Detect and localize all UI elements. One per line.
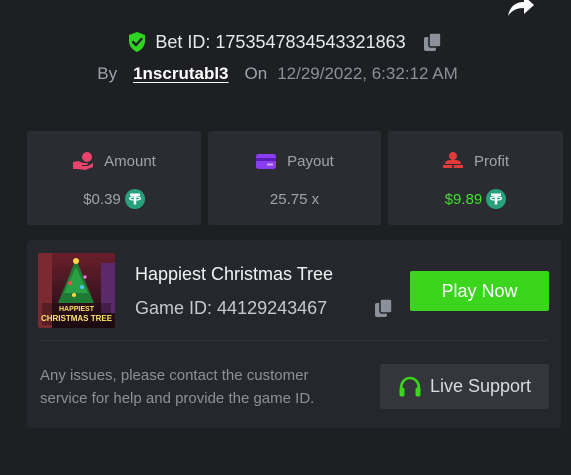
game-id-line: Game ID: 44129243467 — [135, 298, 327, 319]
card-icon — [256, 154, 277, 169]
bet-id-label: Bet ID: — [155, 31, 211, 52]
profit-value: $9.89 — [444, 190, 483, 208]
on-label: On — [244, 64, 268, 83]
game-id-value: 44129243467 — [217, 298, 328, 318]
game-title: Happiest Christmas Tree — [135, 264, 334, 284]
stats-row: Amount $0.39 Payout 25.75 x Profit $9.89 — [27, 131, 563, 225]
by-label: By — [97, 64, 118, 83]
stat-profit: Profit $9.89 — [388, 131, 563, 225]
support-notice: Any issues, please contact the customer … — [40, 367, 315, 407]
share-icon[interactable] — [505, 0, 535, 18]
bet-id-line: Bet ID: 1753547834543321863 — [0, 30, 571, 54]
live-support-label: Live Support — [429, 376, 532, 396]
divider — [38, 340, 549, 341]
person-money-icon — [442, 152, 463, 168]
game-card: HAPPIEST CHRISTMAS TREE Happiest Christm… — [27, 240, 561, 428]
bet-header: Bet ID: 1753547834543321863 By 1nscrutab… — [0, 30, 571, 84]
amount-label: Amount — [104, 152, 156, 170]
thumbnail-title-line1: HAPPIEST — [59, 306, 95, 313]
payout-label: Payout — [287, 152, 334, 170]
bet-id-value: 1753547834543321863 — [215, 31, 406, 52]
profit-label: Profit — [473, 152, 509, 170]
bet-meta-line: By 1nscrutabl3 On 12/29/2022, 6:32:12 AM — [0, 64, 563, 84]
play-now-button[interactable]: Play Now — [410, 271, 549, 311]
copy-game-id-icon[interactable] — [373, 296, 395, 320]
payout-value: 25.75 x — [269, 190, 320, 208]
hand-coin-icon — [73, 152, 94, 170]
tether-icon — [124, 189, 145, 209]
bet-date: 12/29/2022, 6:32:12 AM — [277, 64, 458, 83]
verified-shield-icon — [129, 32, 146, 52]
username-link[interactable]: 1nscrutabl3 — [133, 64, 228, 84]
copy-bet-id-icon[interactable] — [422, 31, 444, 53]
amount-value: $0.39 — [83, 190, 121, 208]
game-thumbnail[interactable]: HAPPIEST CHRISTMAS TREE — [38, 253, 115, 328]
stat-payout: Payout 25.75 x — [208, 131, 381, 225]
tether-icon — [486, 189, 507, 209]
thumbnail-title-line2: CHRISTMAS TREE — [41, 314, 113, 323]
stat-amount: Amount $0.39 — [27, 131, 201, 225]
game-id-label: Game ID: — [135, 298, 213, 318]
live-support-button[interactable]: Live Support — [380, 364, 549, 409]
headset-icon — [399, 376, 421, 396]
